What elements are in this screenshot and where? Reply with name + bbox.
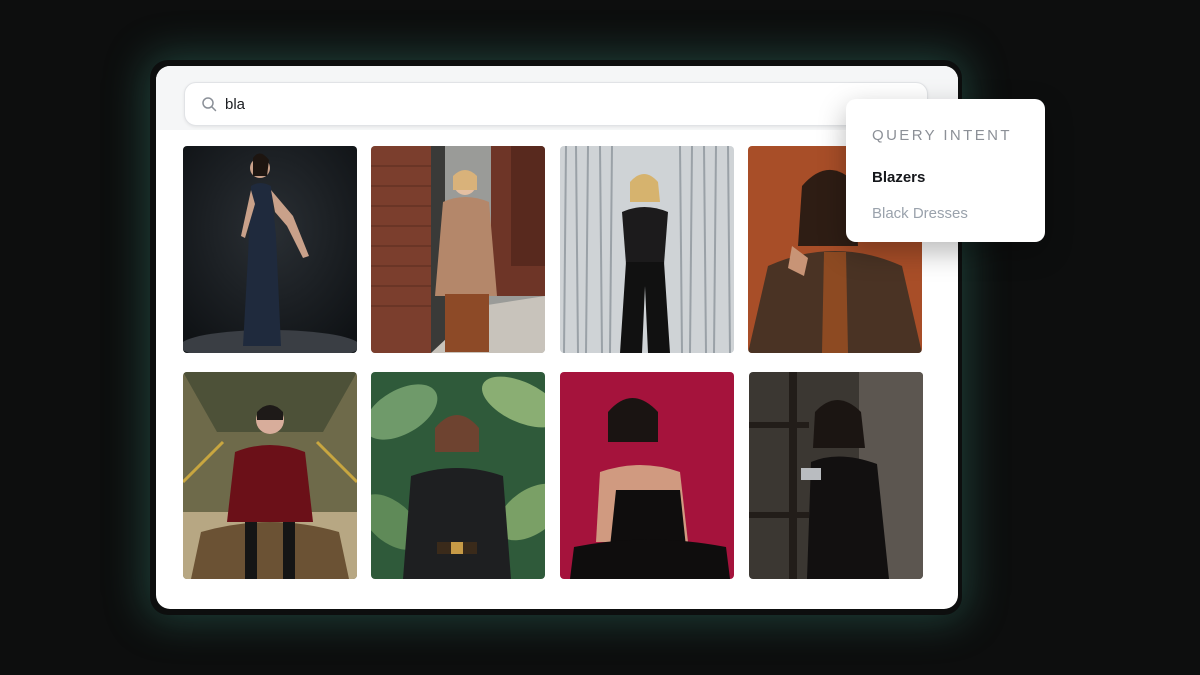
result-photo-5[interactable] <box>183 372 357 579</box>
result-photo-7[interactable] <box>560 372 734 579</box>
query-intent-dropdown: QUERY INTENT Blazers Black Dresses <box>846 99 1045 242</box>
result-photo-3[interactable] <box>560 146 734 353</box>
suggestion-blazers[interactable]: Blazers <box>872 169 925 186</box>
search-results-card <box>156 66 958 609</box>
result-photo-1[interactable] <box>183 146 357 353</box>
query-intent-heading: QUERY INTENT <box>872 127 1012 144</box>
result-photo-8[interactable] <box>749 372 923 579</box>
search-icon <box>202 97 217 112</box>
search-header <box>156 66 958 130</box>
search-bar[interactable] <box>184 82 928 126</box>
search-input[interactable] <box>225 83 865 125</box>
result-photo-6[interactable] <box>371 372 545 579</box>
suggestion-black-dresses[interactable]: Black Dresses <box>872 205 968 222</box>
result-photo-2[interactable] <box>371 146 545 353</box>
